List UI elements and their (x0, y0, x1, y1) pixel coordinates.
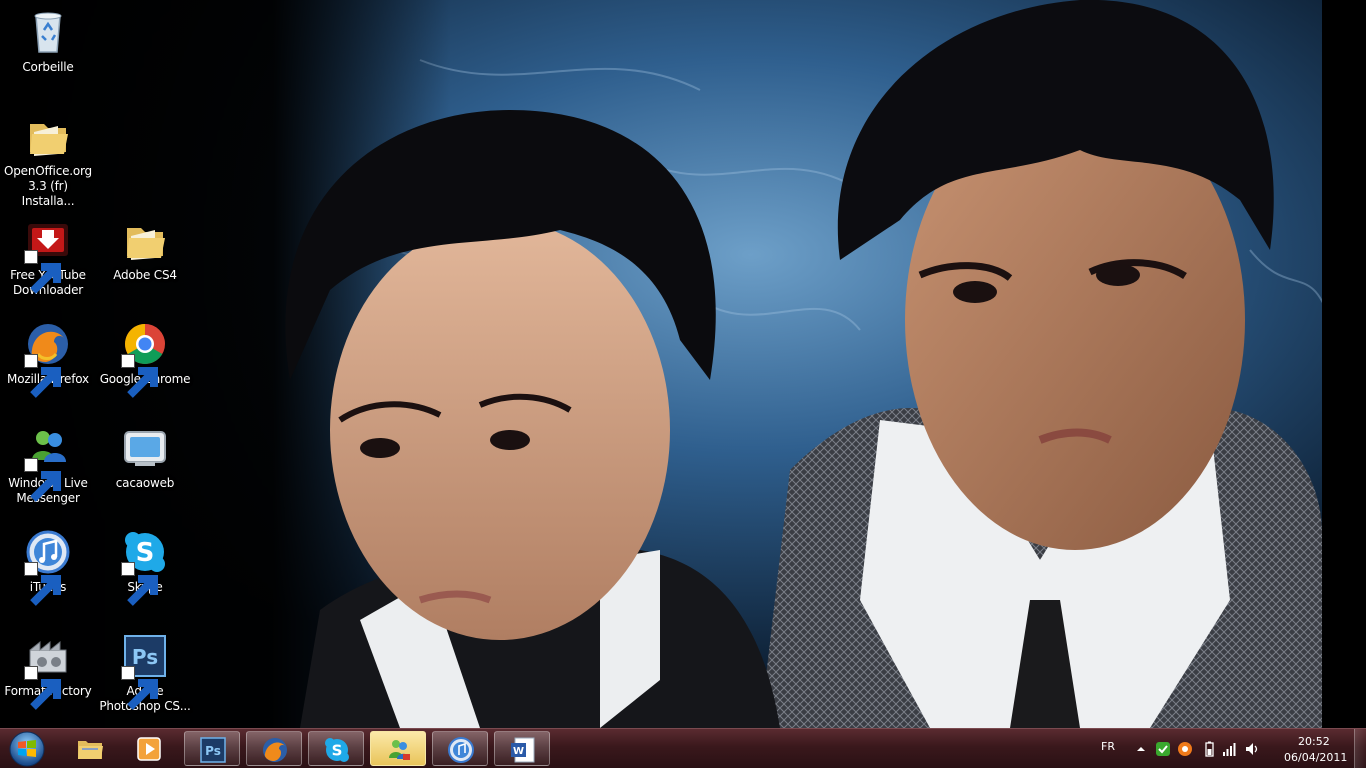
firefox-icon (24, 320, 72, 398)
shortcut-arrow-icon (24, 562, 61, 606)
start-button[interactable] (4, 730, 50, 768)
shortcut-arrow-icon (24, 666, 61, 710)
desktop-icon-recycle-bin[interactable]: Corbeille (0, 4, 96, 100)
taskbar-itunes-button[interactable] (432, 731, 488, 766)
show-hidden-icons-icon[interactable] (1133, 741, 1149, 757)
shortcut-arrow-icon (24, 458, 61, 502)
windows-start-icon (9, 731, 45, 767)
chrome-icon (121, 320, 169, 398)
desktop-icon-skype[interactable]: S Skype (97, 524, 193, 620)
desktop-icon-itunes[interactable]: iTunes (0, 524, 96, 620)
messenger-icon (24, 424, 72, 502)
desktop-icon-cacaoweb[interactable]: cacaoweb (97, 420, 193, 516)
word-icon: W (511, 737, 535, 763)
firefox-icon (263, 738, 287, 762)
network-status-icon[interactable] (1155, 741, 1171, 757)
skype-icon: S (325, 738, 349, 762)
system-tray: FR 20:52 06/04/2011 (1086, 729, 1366, 769)
desktop-icon-google-chrome[interactable]: Google Chrome (97, 316, 193, 412)
taskbar-media-player-button[interactable] (121, 731, 177, 766)
battery-icon[interactable] (1201, 741, 1217, 757)
desktop-icon-adobe-photoshop[interactable]: Ps Adobe Photoshop CS... (97, 628, 193, 724)
taskbar-word-button[interactable]: W (494, 731, 550, 766)
itunes-icon (24, 528, 72, 606)
shortcut-arrow-icon (121, 354, 158, 398)
svg-text:S: S (332, 742, 343, 760)
shortcut-arrow-icon (24, 354, 61, 398)
folder-icon (121, 216, 169, 264)
volume-icon[interactable] (1244, 741, 1260, 757)
svg-text:Ps: Ps (132, 645, 158, 669)
folder-icon (78, 741, 103, 759)
messenger-icon (389, 740, 410, 760)
clock-date[interactable]: 06/04/2011 (1284, 751, 1347, 764)
svg-text:W: W (513, 746, 524, 757)
skype-icon: S (121, 528, 169, 606)
folder-icon (24, 112, 72, 160)
desktop-icon-free-youtube-downloader[interactable]: Free YouTube Downloader (0, 212, 96, 308)
taskbar: Ps S W FR 20:52 06/04/2011 (0, 728, 1366, 769)
taskbar-firefox-button[interactable] (246, 731, 302, 766)
cacaoweb-icon (121, 424, 169, 472)
desktop-icon-openoffice-installer[interactable]: OpenOffice.org 3.3 (fr) Installa... (0, 108, 96, 208)
taskbar-explorer-button[interactable] (62, 731, 118, 766)
recycle-bin-icon (24, 8, 72, 56)
desktop-icon-label: Corbeille (22, 60, 74, 74)
media-player-icon (137, 737, 161, 761)
clock-time[interactable]: 20:52 (1298, 735, 1330, 748)
itunes-icon (448, 737, 474, 763)
avast-icon[interactable] (1177, 741, 1193, 757)
format-factory-icon (24, 632, 72, 710)
desktop-icon-adobe-cs4[interactable]: Adobe CS4 (97, 212, 193, 308)
language-indicator[interactable]: FR (1101, 740, 1115, 753)
signal-icon[interactable] (1222, 741, 1238, 757)
desktop-icon-mozilla-firefox[interactable]: Mozilla Firefox (0, 316, 96, 412)
shortcut-arrow-icon (121, 562, 158, 606)
photoshop-icon: Ps (200, 737, 226, 763)
taskbar-photoshop-button[interactable]: Ps (184, 731, 240, 766)
desktop-icon-windows-live-messenger[interactable]: Windows Live Messenger (0, 420, 96, 516)
desktop[interactable]: Corbeille OpenOffice.org 3.3 (fr) Instal… (0, 0, 1366, 728)
taskbar-skype-button[interactable]: S (308, 731, 364, 766)
taskbar-messenger-button[interactable] (370, 731, 426, 766)
photoshop-icon: Ps (121, 632, 169, 710)
shortcut-arrow-icon (121, 666, 158, 710)
youtube-downloader-icon (24, 216, 72, 294)
svg-text:Ps: Ps (205, 744, 221, 758)
show-desktop-button[interactable] (1354, 729, 1366, 769)
wallpaper-image (0, 0, 1366, 728)
desktop-icon-label: cacaoweb (115, 476, 175, 490)
desktop-icon-format-factory[interactable]: Format Factory (0, 628, 96, 724)
desktop-icon-label: Adobe CS4 (113, 268, 177, 282)
desktop-icon-label: OpenOffice.org 3.3 (fr) Installa... (4, 164, 92, 208)
shortcut-arrow-icon (24, 250, 61, 294)
